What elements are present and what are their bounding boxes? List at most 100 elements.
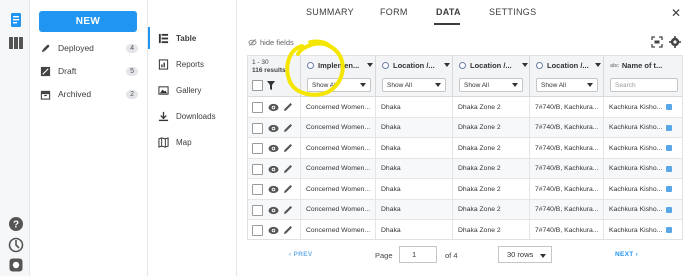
edit-icon[interactable]	[283, 205, 293, 215]
library-icon[interactable]	[8, 35, 24, 51]
table-cell: Dhaka	[375, 117, 452, 138]
subnav-reports[interactable]: Reports	[157, 56, 204, 72]
map-icon	[157, 136, 169, 148]
cell-text: Dhaka	[381, 206, 401, 214]
help-icon[interactable]: ?	[8, 216, 24, 232]
cell-text: 7#740/B, Kachkura...	[535, 124, 599, 132]
external-link-icon[interactable]	[666, 145, 673, 152]
edit-icon[interactable]	[283, 143, 293, 153]
column-filter-select[interactable]: Show All	[382, 78, 446, 92]
table-row: Concerned Women... Dhaka Dhaka Zone 2 7#740…	[248, 158, 682, 179]
column-header[interactable]: abc Name of t... Search	[603, 56, 682, 97]
support-icon[interactable]	[8, 237, 24, 253]
cell-text: Dhaka	[381, 124, 401, 132]
view-icon[interactable]	[268, 165, 279, 174]
fullscreen-icon[interactable]	[651, 36, 663, 48]
rows-per-page-select[interactable]: 30 rows	[498, 246, 552, 263]
select-all-checkbox[interactable]	[252, 80, 263, 91]
close-icon[interactable]: ✕	[671, 6, 681, 20]
caret-down-icon[interactable]	[444, 63, 450, 67]
cell-text: 7#740/B, Kachkura...	[535, 206, 599, 214]
table-cell: Dhaka Zone 2	[452, 97, 529, 118]
table-cell: Concerned Women...	[300, 158, 375, 179]
page-label: Page	[375, 251, 393, 260]
view-icon[interactable]	[268, 103, 279, 112]
external-link-icon[interactable]	[666, 104, 673, 111]
sidebar-item-archived[interactable]: Archived 2	[40, 86, 138, 102]
cell-text: Kachkura Kisho...	[609, 103, 663, 111]
external-link-icon[interactable]	[666, 206, 673, 213]
row-checkbox[interactable]	[252, 143, 263, 154]
edit-icon[interactable]	[283, 184, 293, 194]
hide-fields-button[interactable]: hide fields	[248, 38, 294, 47]
data-subnav: Table Reports Gallery Downloads Map	[148, 0, 237, 276]
table-cell: Concerned Women...	[300, 97, 375, 118]
tab-summary[interactable]: SUMMARY	[306, 7, 354, 17]
table-cell: Concerned Women...	[300, 117, 375, 138]
table-header: 1 - 30 116 results Implemen... Show All …	[248, 56, 682, 97]
column-header[interactable]: Implemen... Show All	[300, 56, 375, 97]
column-filter-select[interactable]: Show All	[459, 78, 523, 92]
view-icon[interactable]	[268, 124, 279, 133]
column-header[interactable]: Location /... Show All	[452, 56, 529, 97]
edit-icon[interactable]	[283, 123, 293, 133]
caret-down-icon[interactable]	[367, 63, 373, 67]
row-checkbox[interactable]	[252, 204, 263, 216]
view-icon[interactable]	[268, 206, 279, 215]
view-icon[interactable]	[268, 226, 279, 235]
row-checkbox[interactable]	[252, 225, 263, 236]
table-cell: Concerned Women...	[300, 220, 375, 239]
caret-down-icon[interactable]	[522, 63, 528, 67]
tab-form[interactable]: FORM	[380, 7, 408, 17]
subnav-table[interactable]: Table	[157, 30, 196, 46]
table-cell: Dhaka Zone 2	[452, 179, 529, 200]
column-search-input[interactable]: Search	[610, 78, 678, 92]
table-cell: Dhaka	[375, 97, 452, 118]
view-icon[interactable]	[268, 185, 279, 194]
caret-down-icon[interactable]	[595, 63, 601, 67]
cell-text: Concerned Women...	[306, 124, 371, 132]
external-link-icon[interactable]	[666, 124, 673, 131]
cell-text: Dhaka	[381, 144, 401, 152]
column-header[interactable]: Location /... Show All	[529, 56, 603, 97]
edit-icon[interactable]	[283, 164, 293, 174]
subnav-label: Reports	[176, 59, 205, 69]
edit-icon[interactable]	[283, 225, 293, 235]
tab-settings[interactable]: SETTINGS	[489, 7, 536, 17]
column-header[interactable]: Location /... Show All	[375, 56, 452, 97]
view-icon[interactable]	[268, 144, 279, 153]
subnav-gallery[interactable]: Gallery	[157, 82, 201, 98]
external-link-icon[interactable]	[666, 227, 673, 234]
sidebar-item-draft[interactable]: Draft 5	[40, 63, 138, 79]
sidebar-item-deployed[interactable]: Deployed 4	[40, 40, 138, 56]
github-icon[interactable]	[8, 257, 24, 273]
row-checkbox[interactable]	[252, 184, 263, 195]
gear-icon[interactable]	[669, 36, 681, 48]
row-checkbox[interactable]	[252, 122, 263, 134]
table-cell: Concerned Women...	[300, 138, 375, 159]
reports-icon	[157, 58, 169, 70]
edit-icon[interactable]	[283, 102, 293, 112]
subnav-map[interactable]: Map	[157, 134, 192, 150]
prev-page-button[interactable]: ‹ PREV	[289, 251, 312, 258]
tab-data[interactable]: DATA	[436, 7, 461, 17]
subnav-label: Map	[176, 137, 192, 147]
subnav-downloads[interactable]: Downloads	[157, 108, 216, 124]
cell-text: Dhaka	[381, 103, 401, 111]
column-filter-select[interactable]: Show All	[307, 78, 371, 92]
next-page-button[interactable]: NEXT ›	[615, 251, 638, 258]
page-number-input[interactable]: 1	[399, 246, 437, 263]
forms-icon[interactable]	[8, 12, 24, 28]
table-cell: Dhaka	[375, 199, 452, 220]
external-link-icon[interactable]	[666, 165, 673, 172]
new-project-button[interactable]: NEW	[39, 11, 137, 32]
external-link-icon[interactable]	[666, 186, 673, 193]
draft-icon	[40, 65, 52, 77]
row-checkbox[interactable]	[252, 163, 263, 175]
table-cell: Kachkura Kisho...	[603, 158, 682, 179]
column-filter-select[interactable]: Show All	[536, 78, 598, 92]
results-summary: 1 - 30 116 results	[252, 59, 286, 74]
filter-icon[interactable]	[267, 81, 275, 90]
row-checkbox[interactable]	[252, 102, 263, 113]
select-one-icon	[536, 62, 543, 69]
